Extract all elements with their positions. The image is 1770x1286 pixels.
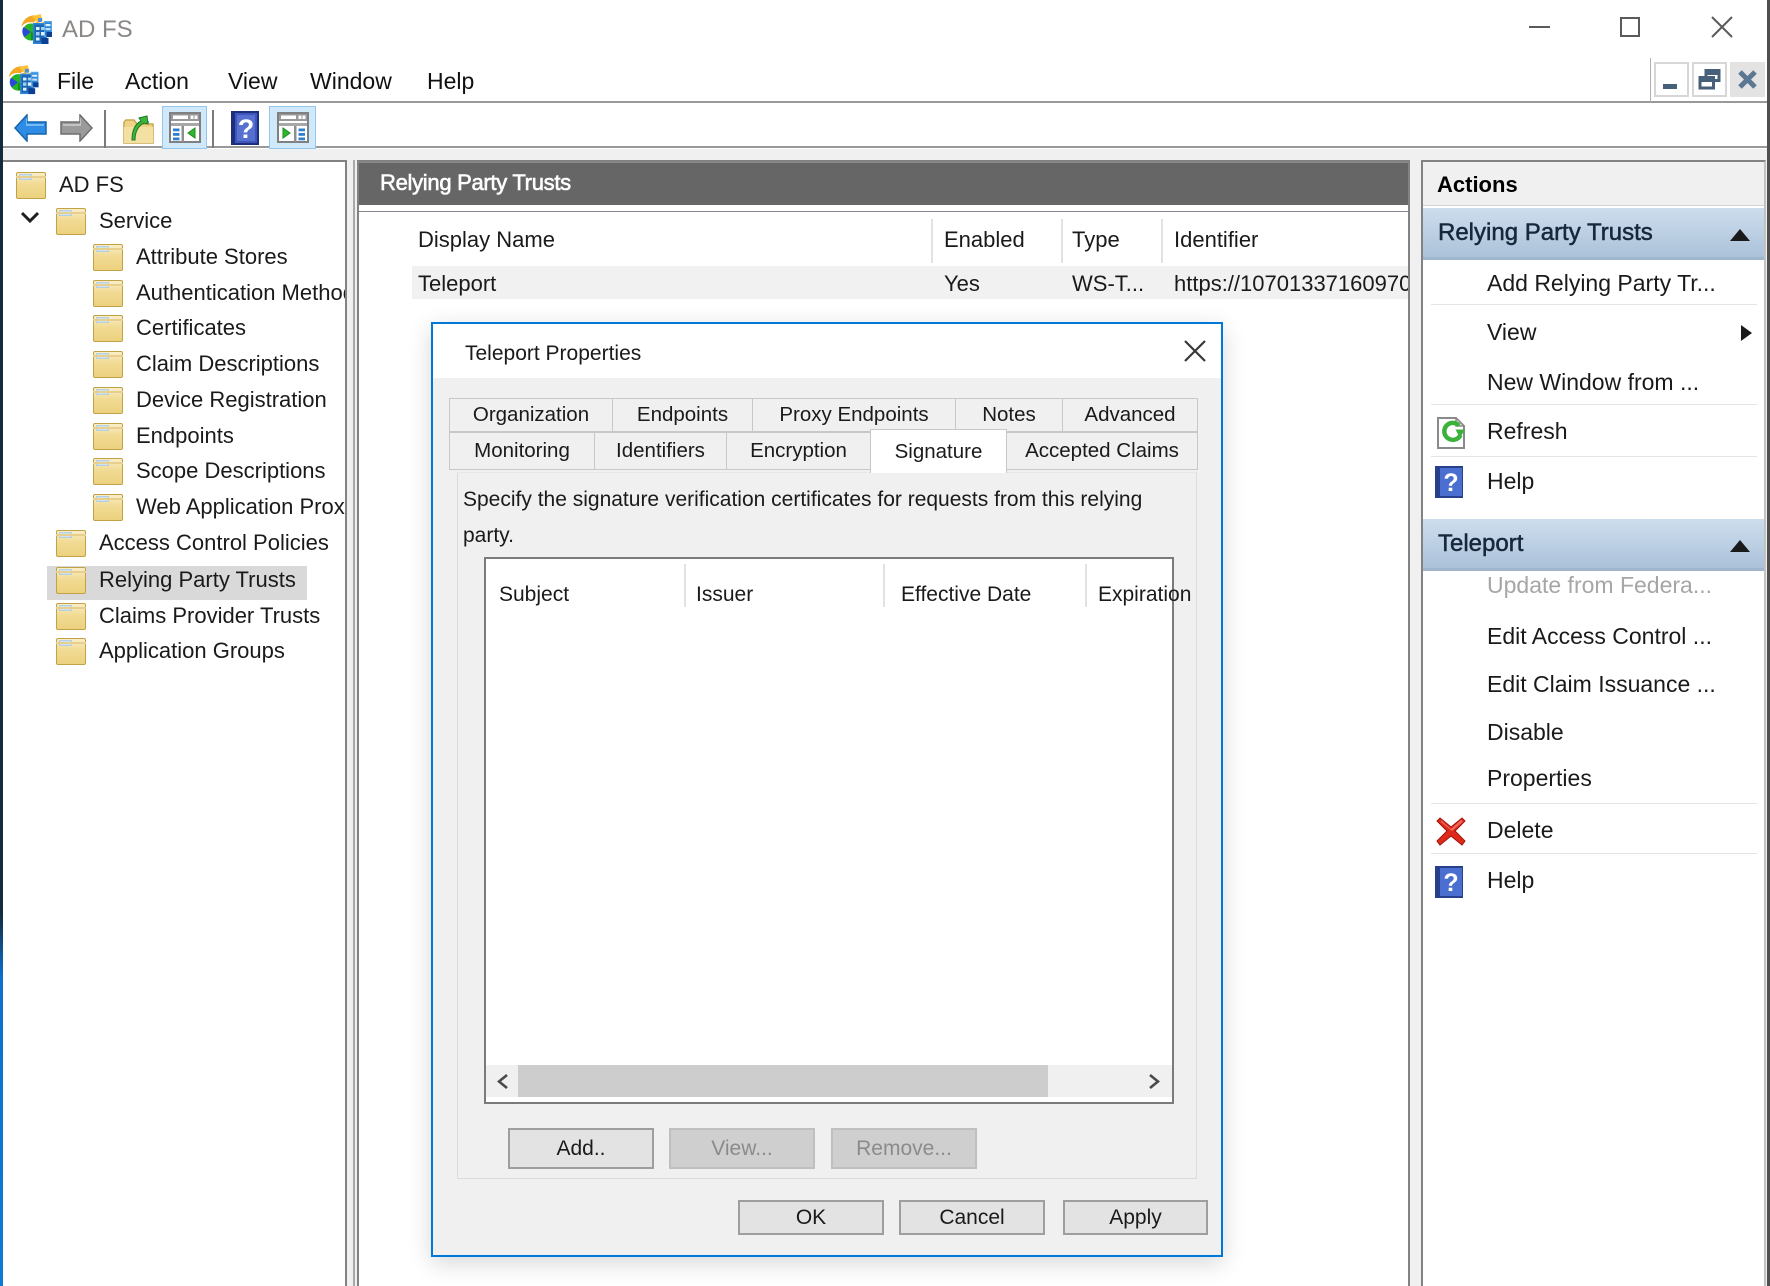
svg-text:?: ? bbox=[1443, 469, 1458, 497]
svg-text:?: ? bbox=[238, 114, 255, 144]
svg-text:?: ? bbox=[1443, 869, 1458, 897]
